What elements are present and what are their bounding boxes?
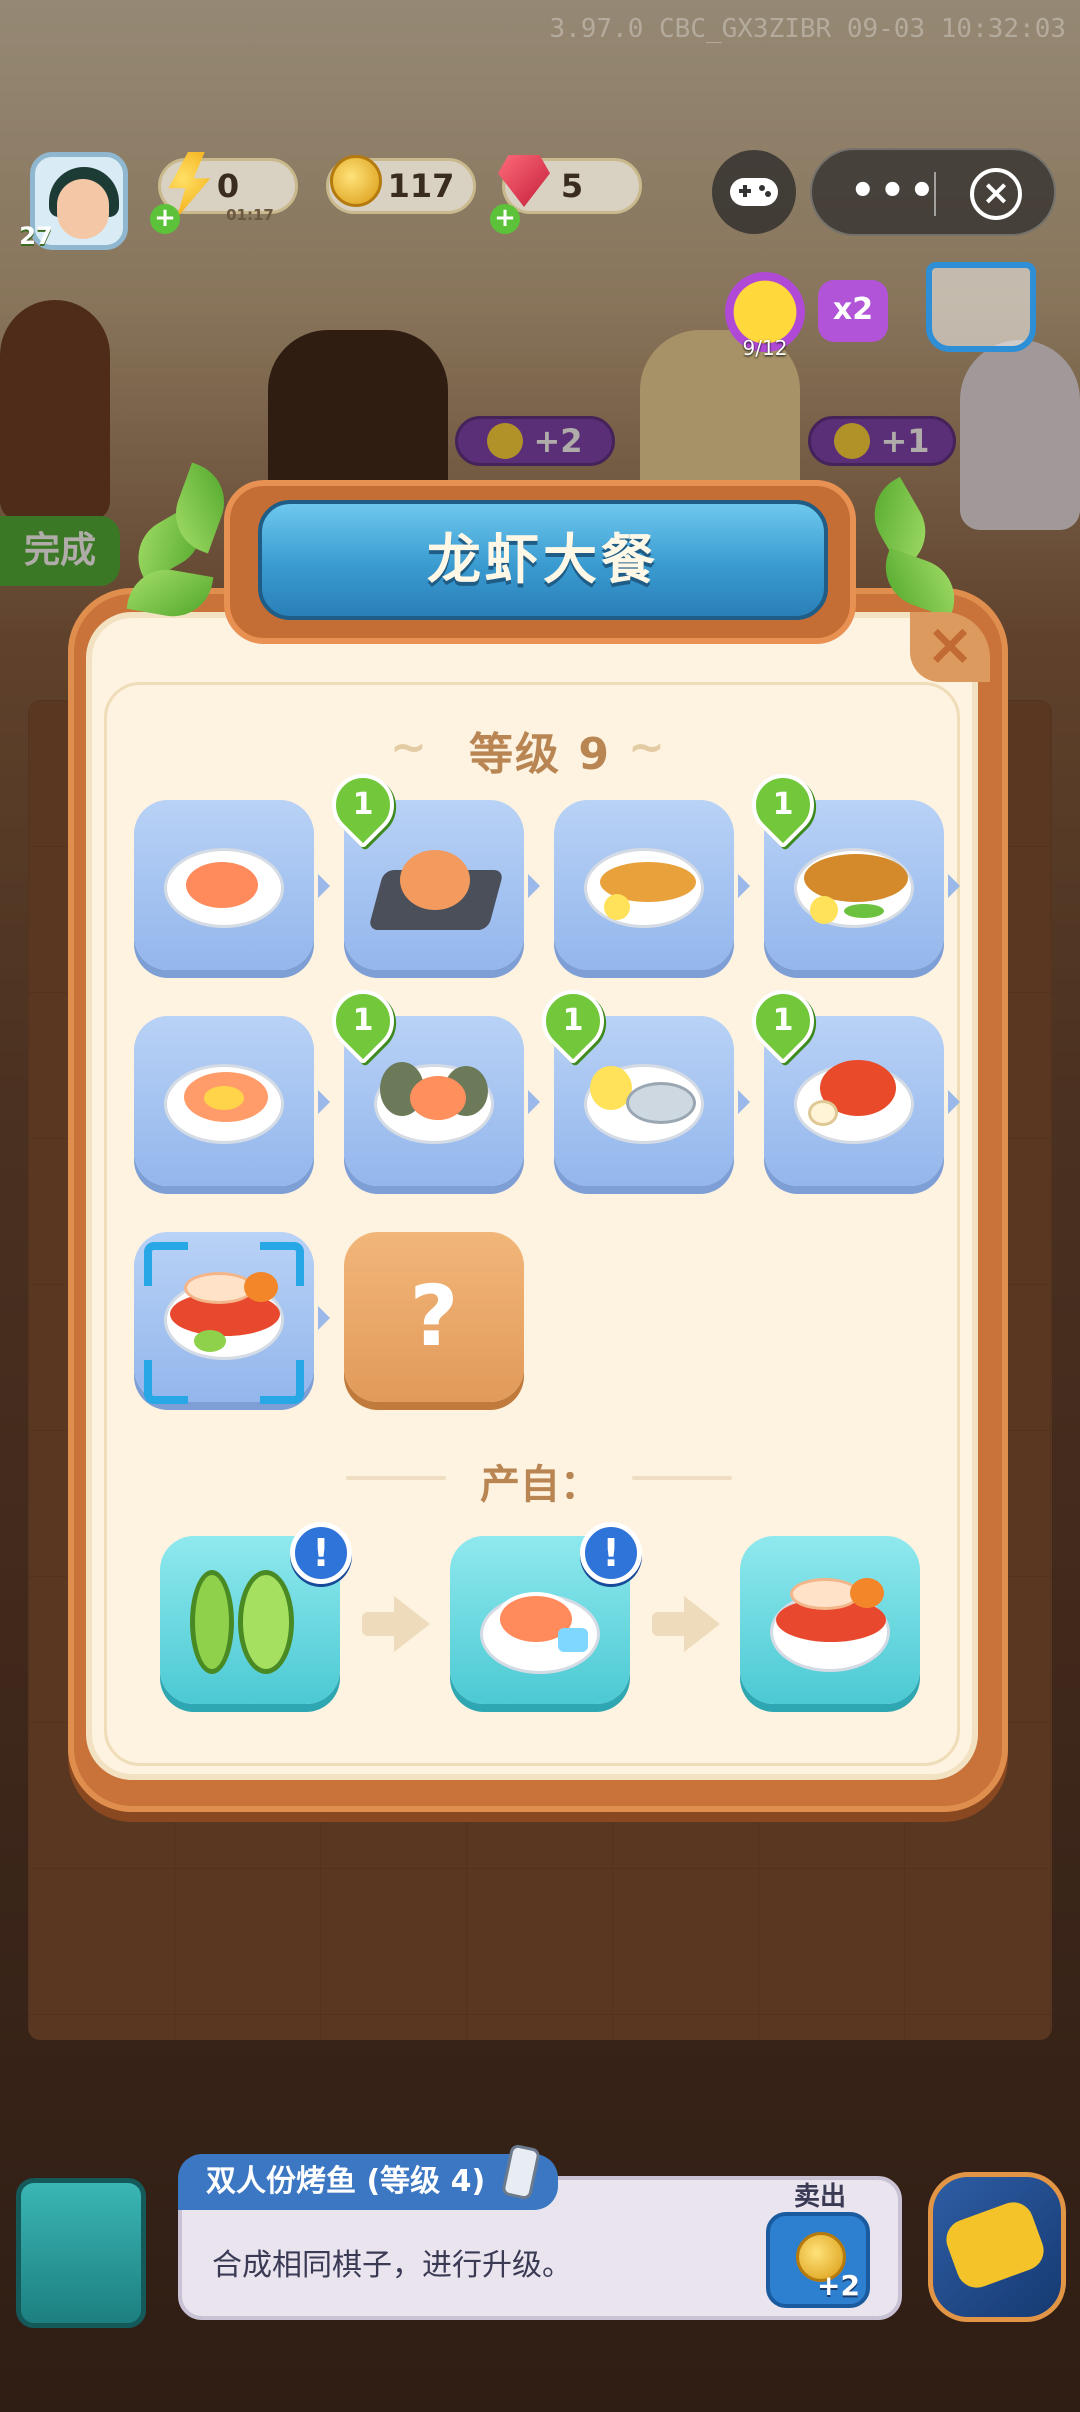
source-lobster-feast[interactable] <box>740 1536 920 1704</box>
shop-cart-icon[interactable] <box>926 262 1036 352</box>
multiplier-button[interactable]: x2 <box>818 280 888 342</box>
selection-corner <box>260 1360 304 1404</box>
modal-title: 龙虾大餐 <box>427 528 659 591</box>
chain-arrow <box>318 1090 330 1114</box>
selection-corner <box>260 1242 304 1286</box>
swirl-decoration: ~ <box>628 722 665 773</box>
happiness-count: 9/12 <box>742 336 788 360</box>
sell-button[interactable]: +2 <box>766 2212 870 2308</box>
item-description: 合成相同棋子，进行升级。 <box>212 2248 572 2283</box>
gamepad-button[interactable] <box>712 150 796 234</box>
chain-arrow <box>948 1090 960 1114</box>
selection-corner <box>144 1360 188 1404</box>
salmon-steak-icon <box>182 858 262 912</box>
selected-item-title: 双人份烤鱼 (等级 4) <box>178 2154 558 2210</box>
chain-item-shrimp-salad[interactable] <box>134 1016 314 1186</box>
sell-label: 卖出 <box>793 2182 846 2212</box>
lime-icon <box>190 1570 234 1674</box>
gamepad-icon <box>730 178 778 206</box>
energy-timer: 01:17 <box>226 206 274 224</box>
mussels-icon <box>410 1076 466 1120</box>
add-gem-button[interactable]: + <box>490 204 520 234</box>
chain-arrow <box>528 1090 540 1114</box>
add-energy-button[interactable]: + <box>150 204 180 234</box>
grilled-fish-icon <box>804 854 908 902</box>
miniprogram-capsule: ••• × <box>810 148 1056 236</box>
chain-arrow <box>738 1090 750 1114</box>
selection-corner <box>144 1242 188 1286</box>
alert-badge: ! <box>290 1522 352 1584</box>
flow-arrow-icon <box>652 1596 722 1652</box>
oyster-icon <box>626 1082 696 1124</box>
alert-badge: ! <box>580 1522 642 1584</box>
more-options-button[interactable]: ••• <box>850 171 939 211</box>
debug-info: 3.97.0 CBC_GX3ZIBR 09-03 10:32:03 <box>549 14 1066 44</box>
chain-item-unknown[interactable]: ? <box>344 1232 524 1402</box>
exit-button[interactable]: × <box>970 168 1022 220</box>
chain-arrow <box>738 874 750 898</box>
chain-item-salmon-steak[interactable] <box>134 800 314 970</box>
chain-item-fish-plate[interactable] <box>554 800 734 970</box>
inventory-chest-button[interactable] <box>16 2178 146 2328</box>
grilled-salmon-icon <box>400 850 470 910</box>
source-heading: 产自： <box>480 1462 600 1508</box>
chain-arrow <box>528 874 540 898</box>
chain-arrow <box>948 874 960 898</box>
coin-icon <box>330 155 382 207</box>
chain-arrow <box>318 874 330 898</box>
chain-arrow <box>318 1306 330 1330</box>
flow-arrow-icon <box>362 1596 432 1652</box>
player-level: 27 <box>19 222 53 250</box>
